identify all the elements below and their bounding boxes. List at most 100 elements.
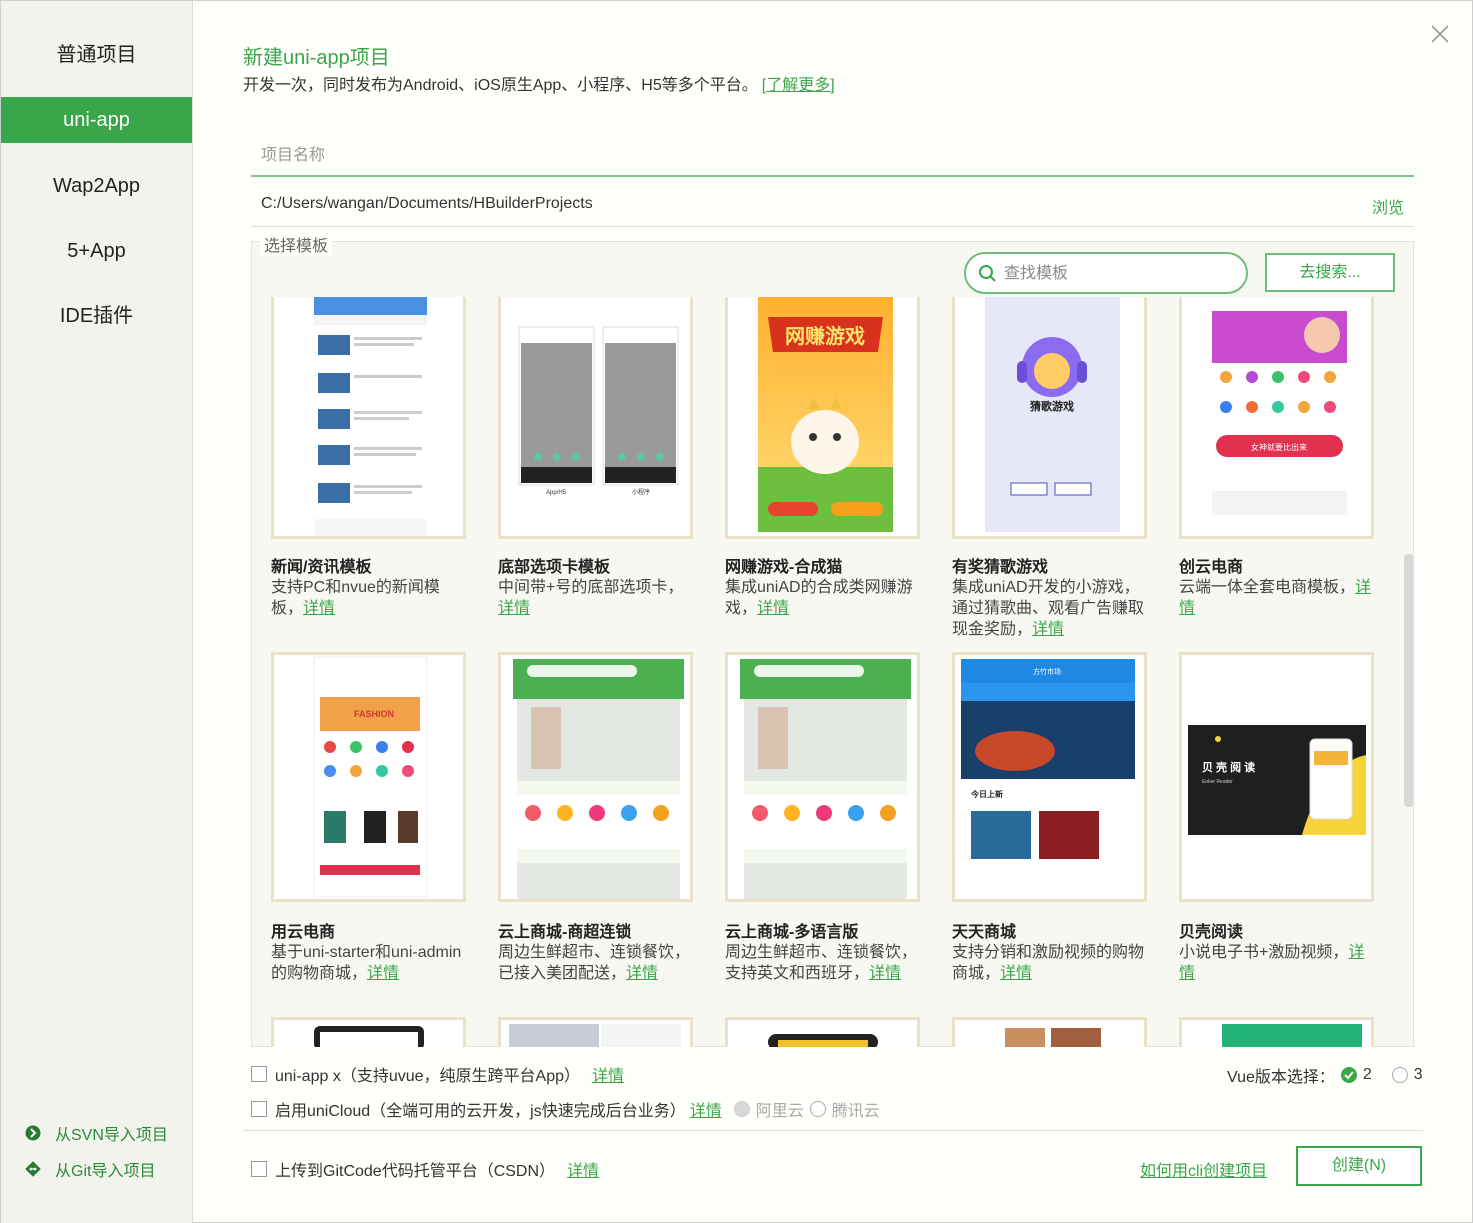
template-thumb: 贝 壳 阅 读 Enker Reader <box>1179 652 1374 902</box>
close-icon[interactable] <box>1427 21 1453 47</box>
tt-market-text: 方竹市场 <box>1033 667 1061 676</box>
template-desc: 云端一体全套电商模板，详情 <box>1179 577 1379 619</box>
tencent-radio[interactable] <box>809 1101 826 1117</box>
git-icon <box>25 1161 41 1177</box>
project-path-field[interactable]: C:/Users/wangan/Documents/HBuilderProjec… <box>261 195 593 213</box>
template-search-input[interactable] <box>1004 262 1234 286</box>
template-thumb: FASHION <box>271 652 466 902</box>
project-name-input[interactable] <box>251 136 1414 177</box>
template-detail-link[interactable]: 详情 <box>757 600 789 617</box>
template-desc-text: 小说电子书+激励视频， <box>1179 944 1349 961</box>
template-thumb: 网赚游戏 <box>725 297 920 539</box>
create-button[interactable]: 创建(N) <box>1296 1146 1422 1186</box>
template-card-partial[interactable] <box>1179 1017 1374 1047</box>
fashion-text: FASHION <box>354 709 394 719</box>
template-detail-link[interactable]: 详情 <box>1000 965 1032 982</box>
template-title: 云上商城-多语言版 <box>725 924 859 941</box>
new-project-dialog: 普通项目 uni-app Wap2App 5+App IDE插件 从SVN导入项… <box>0 0 1473 1223</box>
template-title: 贝壳阅读 <box>1179 924 1244 941</box>
template-detail-link[interactable]: 详情 <box>498 600 530 617</box>
template-thumb: 方竹市场 今日上新 <box>952 652 1147 902</box>
gitcode-detail-link[interactable]: 详情 <box>567 1157 599 1181</box>
template-desc: 集成uniAD开发的小游戏，通过猜歌曲、观看广告赚取现金奖励，详情 <box>952 577 1152 640</box>
template-detail-link[interactable]: 详情 <box>1032 621 1064 638</box>
template-thumb <box>271 297 466 539</box>
sidebar-item-ide-plugin[interactable]: IDE插件 <box>1 293 192 339</box>
template-desc: 集成uniAD的合成类网赚游戏，详情 <box>725 577 925 619</box>
sidebar-item-wap2app[interactable]: Wap2App <box>1 163 192 209</box>
unicloud-option: 启用uniCloud（全端可用的云开发，js快速完成后台业务） 详情 阿里云 腾… <box>251 1097 880 1121</box>
template-desc-text: 云端一体全套电商模板， <box>1179 579 1356 596</box>
template-desc: 支持PC和nvue的新闻模板，详情 <box>271 577 471 619</box>
browse-button[interactable]: 浏览 <box>1372 194 1404 218</box>
cy-ecommerce-preview-image: 女神就要比出来 <box>1212 311 1347 515</box>
template-desc-text: 支持分销和激励视频的购物商城， <box>952 944 1145 982</box>
unix-checkbox[interactable] <box>251 1066 267 1082</box>
partial-preview-image <box>1005 1028 1101 1047</box>
footer-divider <box>243 1130 1423 1131</box>
gitcode-label: 上传到GitCode代码托管平台（CSDN） <box>275 1163 556 1180</box>
aliyun-radio[interactable] <box>733 1101 750 1117</box>
template-search <box>964 252 1248 294</box>
template-thumb <box>725 652 920 902</box>
template-thumb <box>498 652 693 902</box>
news-preview-image <box>314 297 427 536</box>
git-import-label: 从Git导入项目 <box>55 1163 156 1180</box>
vue2-radio[interactable] <box>1340 1067 1357 1083</box>
search-icon <box>979 265 996 282</box>
sidebar-item-5plus-app[interactable]: 5+App <box>1 228 192 274</box>
template-desc: 中间带+号的底部选项卡， 详情 <box>498 577 698 619</box>
template-card-partial[interactable] <box>952 1017 1147 1047</box>
template-scrollbar[interactable] <box>1404 554 1413 807</box>
template-desc-text: 集成uniAD的合成类网赚游戏， <box>725 579 913 617</box>
unix-option: uni-app x（支持uvue，纯原生跨平台App） 详情 <box>251 1062 624 1086</box>
tabbar-preview-image: App/H5 小程序 <box>518 326 679 496</box>
template-desc: 基于uni-starter和uni-admin的购物商城，详情 <box>271 942 471 984</box>
tencent-label: 腾讯云 <box>831 1103 880 1120</box>
template-card-partial[interactable] <box>725 1017 920 1047</box>
template-card-partial[interactable] <box>498 1017 693 1047</box>
reader-title-text: 贝 壳 阅 读 <box>1202 760 1255 774</box>
tiantian-mall-preview-image: 方竹市场 今日上新 <box>961 659 1135 895</box>
template-card-partial[interactable] <box>271 1017 466 1047</box>
template-title: 网赚游戏-合成猫 <box>725 559 843 576</box>
template-title: 底部选项卡模板 <box>498 559 611 576</box>
template-desc: 周边生鲜超市、连锁餐饮，支持英文和西班牙，详情 <box>725 942 925 984</box>
svn-import-label: 从SVN导入项目 <box>55 1127 168 1144</box>
unicloud-checkbox[interactable] <box>251 1101 267 1117</box>
vue2-label: 2 <box>1362 1066 1372 1083</box>
sidebar-item-uni-app[interactable]: uni-app <box>1 97 192 143</box>
yy-ecommerce-preview-image: FASHION <box>313 656 428 898</box>
unix-detail-link[interactable]: 详情 <box>592 1062 624 1086</box>
git-import-link[interactable]: 从Git导入项目 <box>25 1157 155 1181</box>
template-desc-text: 支持PC和nvue的新闻模板， <box>271 579 440 617</box>
vue3-label: 3 <box>1413 1066 1423 1083</box>
app-h5-caption: App/H5 <box>546 490 567 496</box>
svn-import-link[interactable]: 从SVN导入项目 <box>25 1121 168 1145</box>
unicloud-label: 启用uniCloud（全端可用的云开发，js快速完成后台业务） <box>275 1103 686 1120</box>
guess-title-text: 猜歌游戏 <box>1029 399 1074 413</box>
gitcode-checkbox[interactable] <box>251 1161 267 1177</box>
template-thumb: App/H5 小程序 <box>498 297 693 539</box>
sidebar-item-normal[interactable]: 普通项目 <box>1 32 192 78</box>
cloud-mall-i18n-preview-image <box>740 659 911 899</box>
template-title: 用云电商 <box>271 924 336 941</box>
template-detail-link[interactable]: 详情 <box>367 965 399 982</box>
sidebar: 普通项目 uni-app Wap2App 5+App IDE插件 从SVN导入项… <box>1 1 193 1223</box>
unicloud-detail-link[interactable]: 详情 <box>690 1097 722 1121</box>
partial-preview-image <box>768 1034 878 1047</box>
mini-caption: 小程序 <box>632 488 650 496</box>
template-detail-link[interactable]: 详情 <box>626 965 658 982</box>
shop-sale-text: 女神就要比出来 <box>1251 442 1307 452</box>
template-title: 新闻/资讯模板 <box>271 559 372 576</box>
vue3-radio[interactable] <box>1391 1067 1408 1083</box>
cli-help-link[interactable]: 如何用cli创建项目 <box>1140 1157 1267 1181</box>
aliyun-label: 阿里云 <box>755 1103 804 1120</box>
partial-preview-image <box>1222 1024 1362 1047</box>
search-button[interactable]: 去搜索... <box>1265 253 1395 292</box>
template-detail-link[interactable]: 详情 <box>303 600 335 617</box>
template-detail-link[interactable]: 详情 <box>869 965 901 982</box>
learn-more-link[interactable]: [了解更多] <box>762 77 835 94</box>
template-legend: 选择模板 <box>260 232 333 256</box>
template-desc: 小说电子书+激励视频，详情 <box>1179 942 1379 984</box>
